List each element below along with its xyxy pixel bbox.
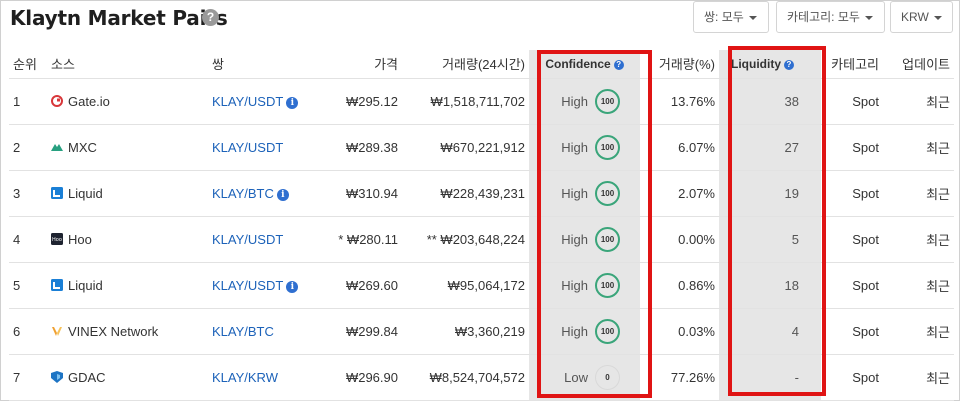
col-rank[interactable]: 순위 — [9, 50, 47, 79]
source-cell[interactable]: Liquid — [47, 262, 208, 309]
exchange-name[interactable]: Hoo — [68, 232, 92, 247]
pair-cell[interactable]: KLAY/USDT i — [208, 78, 308, 125]
currency-dropdown[interactable]: KRW — [890, 1, 953, 33]
pair-cell[interactable]: KLAY/KRW — [208, 354, 308, 401]
rank-cell: 5 — [9, 262, 47, 309]
pair-link[interactable]: KLAY/USDT — [212, 278, 283, 293]
updated-cell: 최근 — [883, 354, 954, 401]
exchange-name[interactable]: Liquid — [68, 186, 103, 201]
source-cell[interactable]: Hoo Hoo — [47, 216, 208, 263]
price-cell: ₩296.90 — [308, 354, 402, 401]
rank-cell: 3 — [9, 170, 47, 217]
volume-cell: ₩95,064,172 — [402, 262, 529, 309]
pair-cell[interactable]: KLAY/USDT — [208, 124, 308, 171]
source-cell[interactable]: Liquid — [47, 170, 208, 217]
exchange-name[interactable]: GDAC — [68, 370, 106, 385]
exchange-name[interactable]: MXC — [68, 140, 97, 155]
volume-cell: ₩8,524,704,572 — [402, 354, 529, 401]
exchange-name[interactable]: VINEX Network — [68, 324, 158, 339]
rank-cell: 1 — [9, 78, 47, 125]
col-source[interactable]: 소스 — [47, 50, 208, 79]
chevron-down-icon — [748, 15, 757, 20]
pair-link[interactable]: KLAY/KRW — [212, 370, 278, 385]
page-title: Klaytn Market Pairs — [10, 6, 228, 30]
pair-link[interactable]: KLAY/USDT — [212, 140, 283, 155]
updated-cell: 최근 — [883, 308, 954, 355]
col-category[interactable]: 카테고리 — [821, 50, 883, 79]
category-cell: Spot — [821, 78, 883, 125]
page-header: Klaytn Market Pairs ? 쌍: 모두 카테고리: 모두 KRW — [1, 1, 959, 49]
svg-text:Hoo: Hoo — [52, 237, 62, 243]
confidence-highlight-box — [537, 50, 652, 398]
chevron-down-icon — [933, 15, 942, 20]
category-cell: Spot — [821, 354, 883, 401]
source-cell[interactable]: VINEX Network — [47, 308, 208, 355]
updated-cell: 최근 — [883, 262, 954, 309]
chevron-down-icon — [864, 15, 873, 20]
liquidity-highlight-box — [728, 46, 826, 396]
col-pair[interactable]: 쌍 — [208, 50, 308, 79]
exchange-name[interactable]: Gate.io — [68, 94, 110, 109]
volume-cell: ₩228,439,231 — [402, 170, 529, 217]
pair-filter-dropdown[interactable]: 쌍: 모두 — [693, 1, 769, 33]
volume-cell: ₩3,360,219 — [402, 308, 529, 355]
price-cell: ₩295.12 — [308, 78, 402, 125]
col-updated[interactable]: 업데이트 — [883, 50, 954, 79]
price-cell: ₩310.94 — [308, 170, 402, 217]
rank-cell: 7 — [9, 354, 47, 401]
category-cell: Spot — [821, 124, 883, 171]
price-cell: ₩269.60 — [308, 262, 402, 309]
pair-link[interactable]: KLAY/USDT — [212, 94, 283, 109]
pair-cell[interactable]: KLAY/BTC — [208, 308, 308, 355]
updated-cell: 최근 — [883, 216, 954, 263]
price-cell: ₩299.84 — [308, 308, 402, 355]
liquid-icon — [51, 186, 68, 201]
col-price[interactable]: 가격 — [308, 50, 402, 79]
source-cell[interactable]: GDAC — [47, 354, 208, 401]
category-filter-label: 카테고리: 모두 — [787, 10, 860, 24]
gdac-icon — [51, 370, 68, 385]
updated-cell: 최근 — [883, 170, 954, 217]
pair-link[interactable]: KLAY/USDT — [212, 232, 283, 247]
currency-label: KRW — [901, 10, 929, 24]
volume-cell: ** ₩203,648,224 — [402, 216, 529, 263]
gateio-icon — [51, 94, 68, 109]
pair-cell[interactable]: KLAY/USDT — [208, 216, 308, 263]
rank-cell: 2 — [9, 124, 47, 171]
source-cell[interactable]: MXC — [47, 124, 208, 171]
category-filter-dropdown[interactable]: 카테고리: 모두 — [776, 1, 885, 33]
liquid-icon — [51, 278, 68, 293]
pair-filter-label: 쌍: 모두 — [704, 10, 744, 24]
info-icon[interactable]: i — [286, 280, 299, 293]
category-cell: Spot — [821, 170, 883, 217]
rank-cell: 4 — [9, 216, 47, 263]
pair-cell[interactable]: KLAY/USDT i — [208, 262, 308, 309]
rank-cell: 6 — [9, 308, 47, 355]
source-cell[interactable]: Gate.io — [47, 78, 208, 125]
info-icon[interactable]: i — [276, 188, 289, 201]
col-volume[interactable]: 거래량(24시간) — [402, 50, 529, 79]
price-cell: * ₩280.11 — [308, 216, 402, 263]
updated-cell: 최근 — [883, 124, 954, 171]
category-cell: Spot — [821, 216, 883, 263]
category-cell: Spot — [821, 262, 883, 309]
mxc-icon — [51, 140, 68, 155]
price-cell: ₩289.38 — [308, 124, 402, 171]
pair-link[interactable]: KLAY/BTC — [212, 186, 274, 201]
pair-link[interactable]: KLAY/BTC — [212, 324, 274, 339]
vinex-icon — [51, 324, 68, 339]
category-cell: Spot — [821, 308, 883, 355]
updated-cell: 최근 — [883, 78, 954, 125]
volume-cell: ₩1,518,711,702 — [402, 78, 529, 125]
pair-cell[interactable]: KLAY/BTC i — [208, 170, 308, 217]
info-icon[interactable]: i — [286, 96, 299, 109]
help-icon[interactable]: ? — [202, 9, 219, 26]
volume-cell: ₩670,221,912 — [402, 124, 529, 171]
exchange-name[interactable]: Liquid — [68, 278, 103, 293]
hoo-icon: Hoo — [51, 232, 68, 247]
